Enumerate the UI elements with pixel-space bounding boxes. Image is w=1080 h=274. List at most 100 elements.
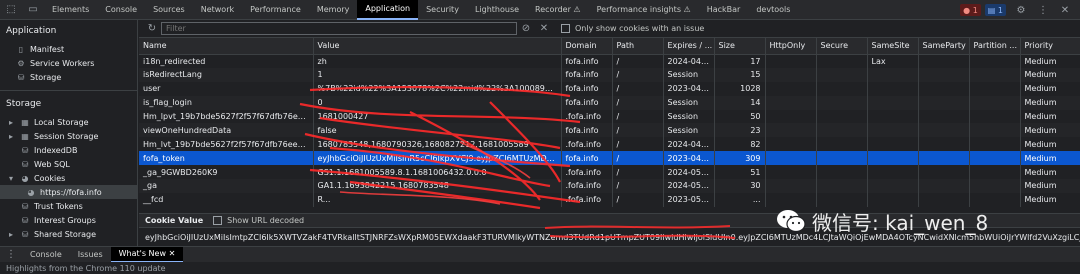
tab-console[interactable]: Console bbox=[97, 0, 145, 20]
cell-domain: .fofa.info bbox=[561, 192, 613, 207]
tab-recorder[interactable]: Recorder ⚠ bbox=[527, 0, 589, 20]
gear-icon[interactable]: ⚙ bbox=[1010, 0, 1032, 20]
col-size[interactable]: Size bbox=[714, 38, 766, 55]
cell-value: 0 bbox=[313, 95, 562, 110]
table-row[interactable]: viewOneHundredData false fofa.info / Session… bbox=[139, 123, 1080, 138]
table-row[interactable]: _ga GA1.1.1693842215.1680783548 .fofa.info… bbox=[139, 179, 1080, 193]
cell-value: zh bbox=[313, 54, 562, 68]
cell-priority: Medium bbox=[1020, 123, 1080, 138]
tab-performance[interactable]: Performance bbox=[242, 0, 309, 20]
cell-samesite bbox=[867, 192, 919, 207]
col-expires[interactable]: Expires / ... bbox=[663, 38, 715, 55]
drawer-tab-label: What's New bbox=[118, 249, 167, 258]
col-priority[interactable]: Priority bbox=[1020, 38, 1080, 55]
wechat-watermark: 微信号: kai_wen_8 bbox=[776, 206, 1076, 236]
col-domain[interactable]: Domain bbox=[561, 38, 613, 55]
message-badge[interactable]: ▤ 1 bbox=[984, 4, 1006, 16]
tab-network[interactable]: Network bbox=[193, 0, 242, 20]
clear-filtered-icon[interactable]: ⊘ bbox=[517, 20, 535, 38]
sidebar-item-shared-storage[interactable]: ▸ ⛁ Shared Storage bbox=[0, 227, 137, 241]
tab-memory[interactable]: Memory bbox=[309, 0, 358, 20]
tab-elements[interactable]: Elements bbox=[44, 0, 97, 20]
col-httponly[interactable]: HttpOnly bbox=[765, 38, 817, 55]
sidebar-item-service-workers[interactable]: ⚙ Service Workers bbox=[0, 56, 137, 70]
table-row[interactable]: __fcd R... .fofa.info/2023-05-...... Medium bbox=[139, 192, 1080, 207]
cell-size: 309 bbox=[714, 151, 766, 166]
cell-name: viewOneHundredData bbox=[139, 123, 314, 138]
show-decoded-label: Show URL decoded bbox=[227, 216, 305, 225]
cell-sameparty bbox=[918, 95, 970, 110]
filter-input[interactable] bbox=[161, 22, 517, 35]
table-row[interactable]: _ga_9GWBD260K9 GS1.1.1681005589.8.1.16810… bbox=[139, 165, 1080, 180]
table-row[interactable]: is_flag_login 0 fofa.info / Session 14 Medium bbox=[139, 95, 1080, 110]
inspect-element-icon[interactable]: ⬚ bbox=[0, 0, 22, 20]
col-value[interactable]: Value bbox=[313, 38, 562, 55]
drawer-tab-issues[interactable]: Issues bbox=[70, 247, 111, 263]
table-row[interactable]: i18n_redirected zh fofa.info/2024-04-... 17… bbox=[139, 54, 1080, 68]
sidebar-item-session-storage[interactable]: ▸ ▦ Session Storage bbox=[0, 129, 137, 143]
device-toolbar-icon[interactable]: ▭ bbox=[22, 0, 44, 20]
table-row[interactable]: Hm_lpvt_19b7bde5627f2f57f67dfb76eed... 16… bbox=[139, 109, 1080, 124]
table-row[interactable]: isRedirectLang 1 fofa.info / Session 15 Medium bbox=[139, 67, 1080, 82]
error-badge[interactable]: ● 1 bbox=[960, 4, 981, 16]
sidebar-item-label: Trust Tokens bbox=[34, 201, 83, 211]
col-sameparty[interactable]: SameParty bbox=[918, 38, 970, 55]
drawer-tab-console[interactable]: Console bbox=[22, 247, 70, 263]
only-issues-checkbox[interactable] bbox=[561, 24, 570, 33]
tab-security[interactable]: Security bbox=[418, 0, 467, 20]
cell-sameparty bbox=[918, 81, 970, 96]
sidebar-item-cookies[interactable]: ▾ ◕ Cookies bbox=[0, 171, 137, 185]
bottom-drawer: ⋮ Console Issues What's New ✕ bbox=[0, 246, 1080, 263]
sidebar-item-manifest[interactable]: ▯ Manifest bbox=[0, 42, 137, 56]
sidebar-header-application: Application bbox=[6, 26, 57, 36]
tab-devtools[interactable]: devtools bbox=[748, 0, 798, 20]
cell-samesite bbox=[867, 151, 919, 166]
table-row[interactable]: user %7B%22id%22%3A153078%2C%22mid%22%3A1… bbox=[139, 81, 1080, 96]
cell-value: 1680783548,1680790326,1680827212,1681005… bbox=[313, 137, 562, 152]
cell-expires: Session bbox=[663, 67, 715, 82]
tab-application[interactable]: Application bbox=[357, 0, 419, 20]
tab-hackbar[interactable]: HackBar bbox=[699, 0, 749, 20]
sidebar-item-local-storage[interactable]: ▸ ▦ Local Storage bbox=[0, 115, 137, 129]
more-menu-icon[interactable]: ⋮ bbox=[1032, 0, 1054, 20]
cell-value: R... bbox=[313, 192, 562, 207]
tab-lighthouse[interactable]: Lighthouse bbox=[467, 0, 527, 20]
sidebar-item-web-sql[interactable]: ⛁ Web SQL bbox=[0, 157, 137, 171]
sidebar-item-indexeddb[interactable]: ⛁ IndexedDB bbox=[0, 143, 137, 157]
tab-performance-insights[interactable]: Performance insights ⚠ bbox=[589, 0, 699, 20]
cell-sameparty bbox=[918, 67, 970, 82]
col-secure[interactable]: Secure bbox=[816, 38, 868, 55]
col-partition[interactable]: Partition ... bbox=[969, 38, 1021, 55]
sidebar-item-storage[interactable]: ⛁ Storage bbox=[0, 70, 137, 84]
sidebar-item-label: Interest Groups bbox=[34, 215, 96, 225]
cell-httponly bbox=[765, 109, 817, 124]
sidebar-item-trust-tokens[interactable]: ⛁ Trust Tokens bbox=[0, 199, 137, 213]
cell-name: isRedirectLang bbox=[139, 67, 314, 82]
sidebar-item-label: Local Storage bbox=[34, 117, 89, 127]
close-icon[interactable]: ✕ bbox=[1054, 0, 1076, 20]
table-header: Name Value Domain Path Expires / ... Siz… bbox=[139, 38, 1080, 55]
delete-selected-icon[interactable]: ✕ bbox=[535, 20, 553, 38]
cell-path: / bbox=[612, 137, 664, 152]
close-icon[interactable]: ✕ bbox=[169, 249, 176, 258]
watermark-text: 微信号: kai_wen_8 bbox=[812, 210, 989, 235]
cell-path: / bbox=[612, 123, 664, 138]
col-samesite[interactable]: SameSite bbox=[867, 38, 919, 55]
sidebar-item-interest-groups[interactable]: ⛁ Interest Groups bbox=[0, 213, 137, 227]
cell-priority: Medium bbox=[1020, 179, 1080, 193]
cell-name: _ga_9GWBD260K9 bbox=[139, 165, 314, 180]
drawer-tab-whats-new[interactable]: What's New ✕ bbox=[110, 246, 184, 263]
col-name[interactable]: Name bbox=[139, 38, 314, 55]
table-row[interactable]: fofa_token eyJhbGciOiJIUzUxMiIsInR5cCI6Ik… bbox=[139, 151, 1080, 166]
cell-secure bbox=[816, 137, 868, 152]
tab-sources[interactable]: Sources bbox=[145, 0, 193, 20]
refresh-icon[interactable]: ↻ bbox=[143, 20, 161, 38]
cell-secure bbox=[816, 81, 868, 96]
sidebar-item-cookie-origin[interactable]: ◕ https://fofa.info bbox=[0, 185, 137, 199]
sidebar-item-label: IndexedDB bbox=[34, 145, 78, 155]
show-decoded-checkbox[interactable] bbox=[213, 216, 223, 225]
col-path[interactable]: Path bbox=[612, 38, 664, 55]
table-row[interactable]: Hm_lvt_19b7bde5627f2f57f67dfb76eedcf... 1… bbox=[139, 137, 1080, 152]
cell-samesite bbox=[867, 81, 919, 96]
